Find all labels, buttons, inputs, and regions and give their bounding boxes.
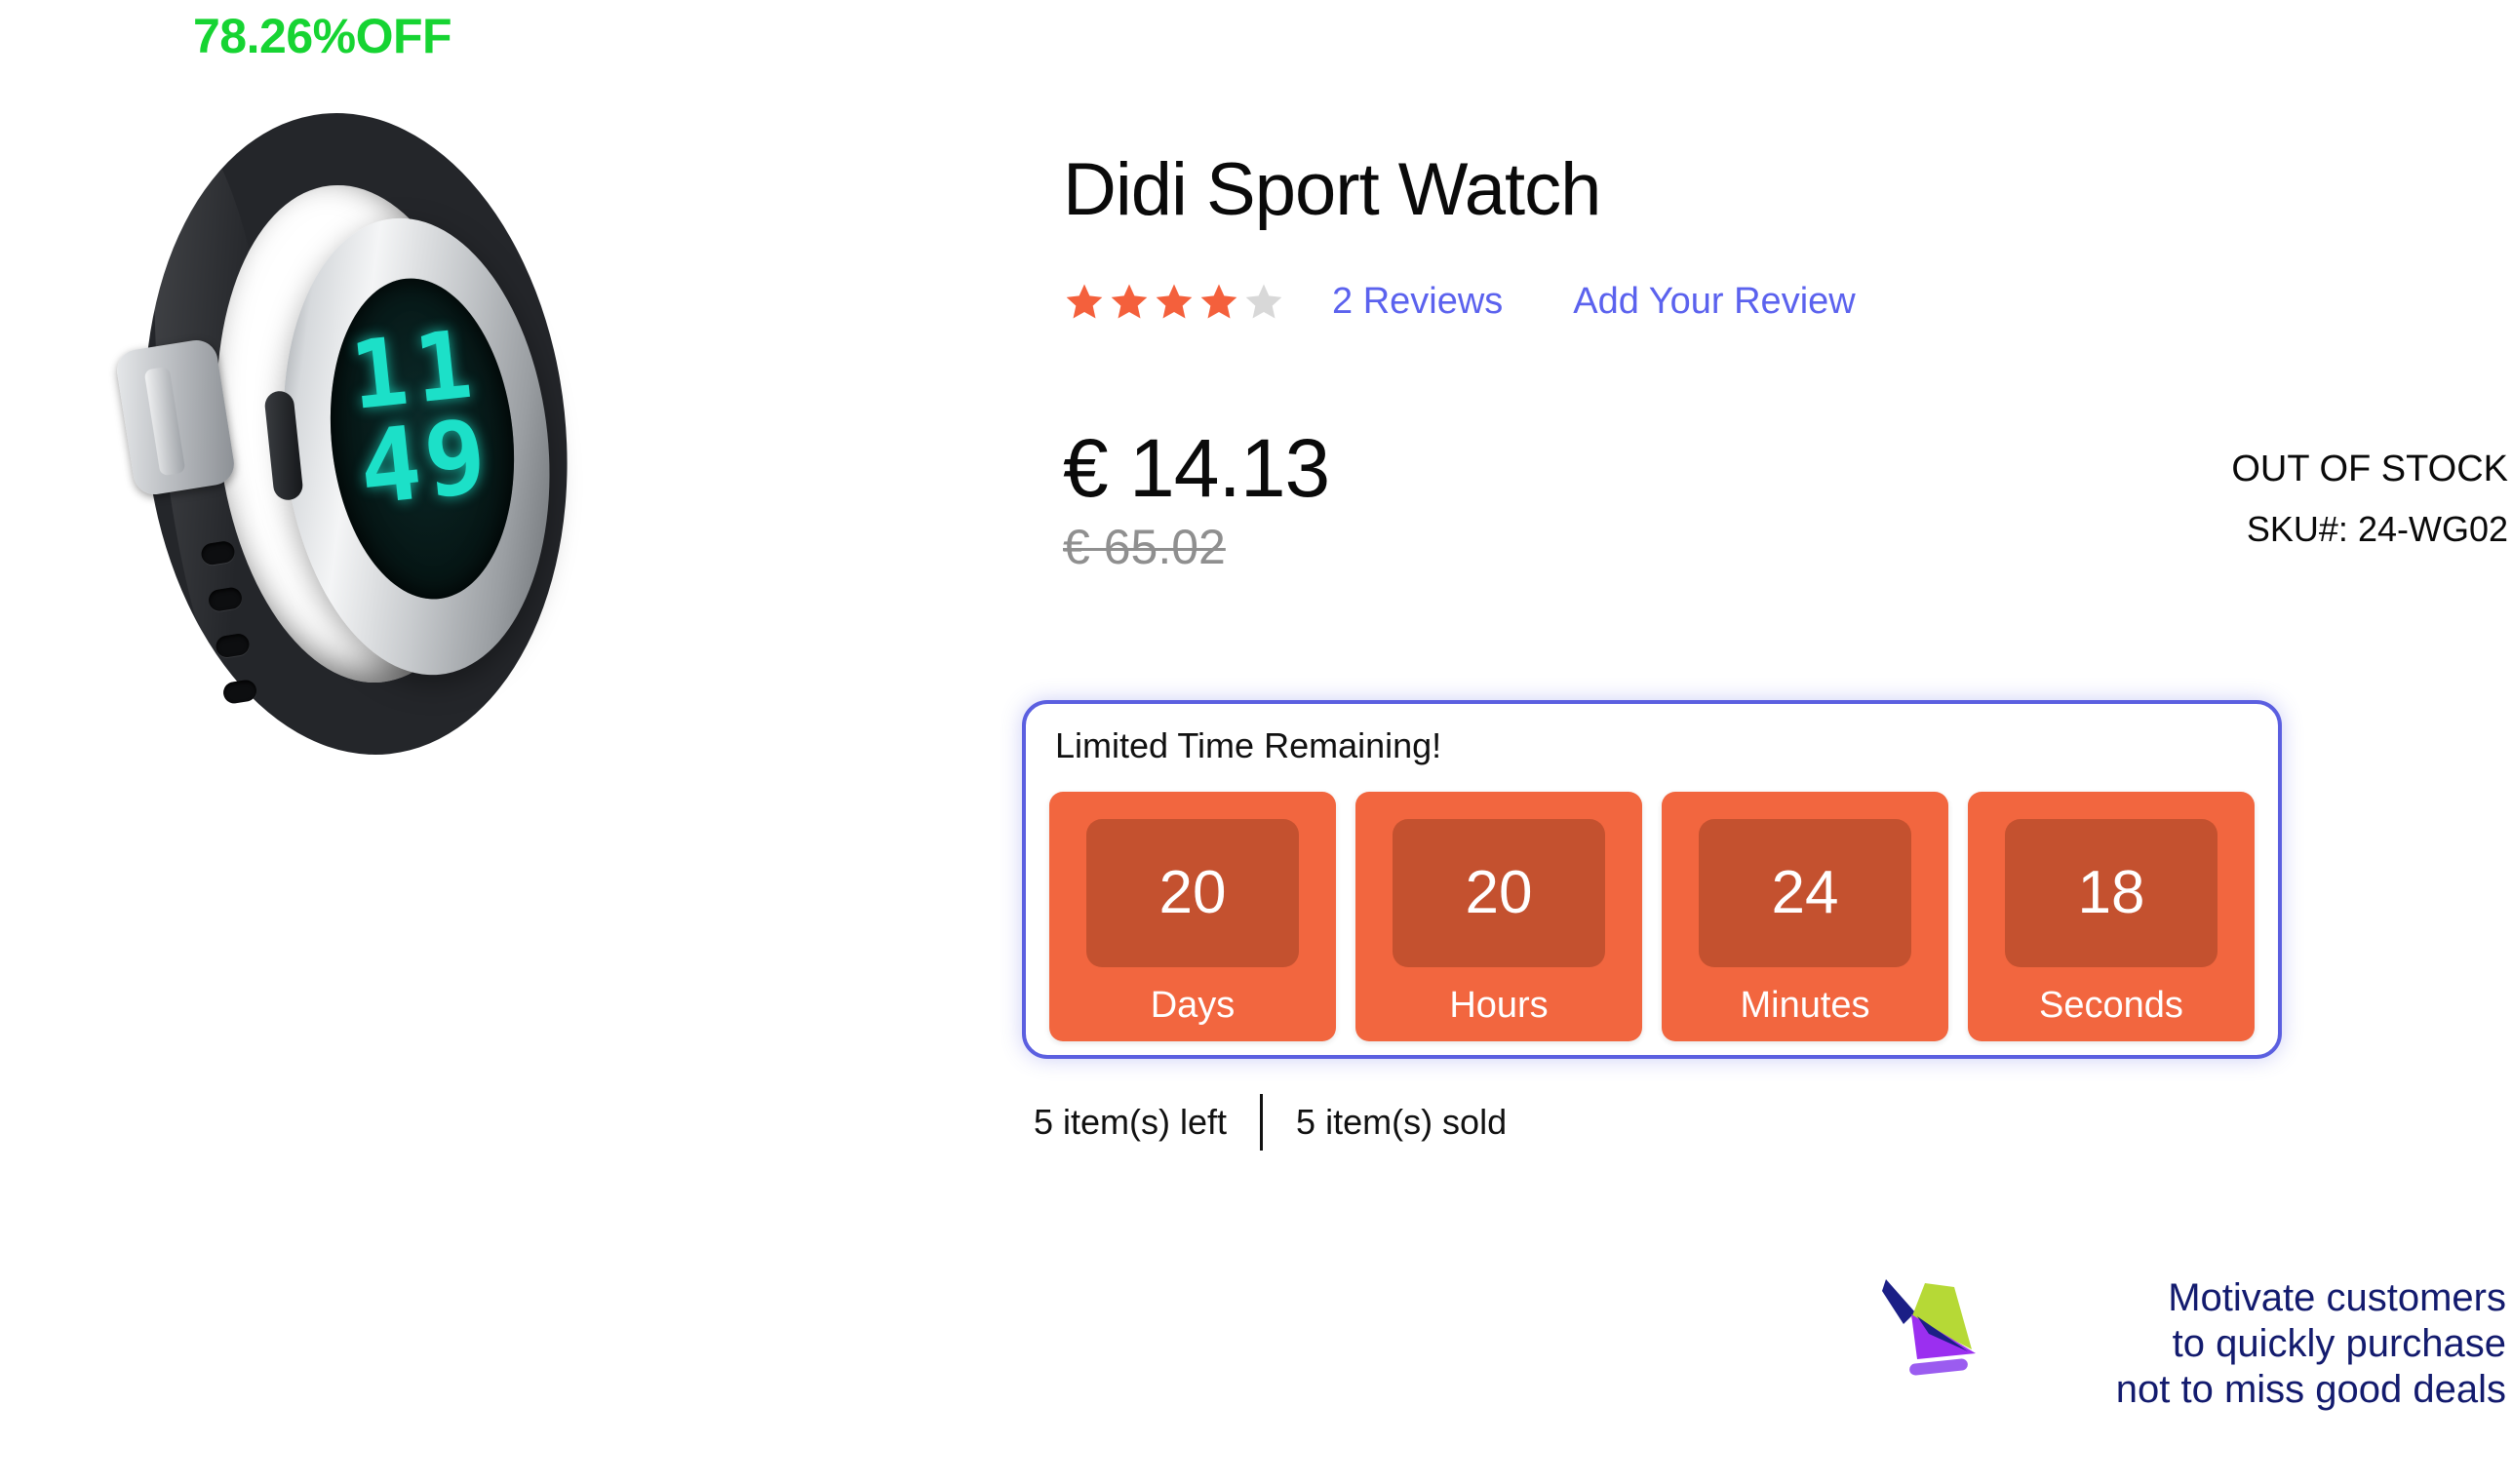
annotation-callout: Motivate customers to quickly purchase n…: [1882, 1268, 2512, 1484]
annotation-line-3: not to miss good deals: [2115, 1368, 2506, 1412]
countdown-label: Hours: [1449, 985, 1549, 1026]
countdown-label: Minutes: [1740, 985, 1870, 1026]
star-filled-icon: [1200, 284, 1237, 319]
product-media-column: 78.26%OFF 11 49: [0, 0, 1014, 1484]
product-info-column: Didi Sport Watch 2 Reviews Add Your Revi…: [1022, 0, 2512, 1484]
countdown-panel: Limited Time Remaining! 20 Days 20 Hours…: [1022, 700, 2282, 1059]
annotation-line-1: Motivate customers: [2168, 1276, 2506, 1319]
countdown-value-box: 20: [1086, 819, 1299, 967]
availability-block: OUT OF STOCK SKU#: 24-WG02: [2231, 449, 2508, 549]
watch-lcd-bottom-digits: 49: [353, 396, 496, 528]
sku-line: SKU#: 24-WG02: [2246, 508, 2508, 549]
countdown-value-box: 24: [1699, 819, 1911, 967]
countdown-tile-hours: 20 Hours: [1355, 792, 1642, 1041]
price-block: € 14.13 € 65.02: [1063, 422, 1330, 574]
annotation-text: Motivate customers to quickly purchase n…: [1989, 1275, 2506, 1414]
price-old: € 65.02: [1063, 520, 1226, 574]
items-sold-text: 5 item(s) sold: [1296, 1102, 1508, 1142]
countdown-value: 20: [1158, 859, 1227, 926]
add-your-review-link[interactable]: Add Your Review: [1573, 281, 1855, 323]
countdown-label: Seconds: [2039, 985, 2183, 1026]
countdown-tile-seconds: 18 Seconds: [1968, 792, 2255, 1041]
page-title: Didi Sport Watch: [1063, 147, 1601, 231]
countdown-value-box: 20: [1393, 819, 1605, 967]
product-image-sport-watch[interactable]: 11 49: [68, 83, 790, 804]
discount-badge: 78.26%OFF: [193, 9, 452, 63]
countdown-value: 18: [2077, 859, 2145, 926]
countdown-heading: Limited Time Remaining!: [1055, 725, 1442, 765]
price-current: € 14.13: [1063, 422, 1330, 514]
status-badge: OUT OF STOCK: [2231, 449, 2508, 489]
rating-stars[interactable]: [1065, 282, 1283, 321]
countdown-value-box: 18: [2005, 819, 2218, 967]
inventory-row: 5 item(s) left 5 item(s) sold: [1034, 1094, 1507, 1151]
star-filled-icon: [1066, 284, 1103, 319]
annotation-line-2: to quickly purchase: [2172, 1322, 2506, 1366]
star-filled-icon: [1156, 284, 1193, 319]
items-left-text: 5 item(s) left: [1034, 1102, 1228, 1142]
arrow-pointer-icon: [1882, 1279, 1976, 1376]
countdown-value: 20: [1465, 859, 1533, 926]
watch-lcd-readout: 11 49: [320, 309, 520, 528]
countdown-value: 24: [1771, 859, 1839, 926]
countdown-tiles: 20 Days 20 Hours 24 Minutes 18 Seconds: [1049, 792, 2255, 1041]
reviews-count-link[interactable]: 2 Reviews: [1332, 281, 1503, 323]
countdown-tile-minutes: 24 Minutes: [1662, 792, 1948, 1041]
inventory-divider: [1260, 1094, 1264, 1151]
star-empty-icon: [1245, 284, 1282, 319]
countdown-label: Days: [1150, 985, 1236, 1026]
star-filled-icon: [1111, 284, 1148, 319]
rating-row: 2 Reviews Add Your Review: [1065, 271, 1856, 332]
countdown-tile-days: 20 Days: [1049, 792, 1336, 1041]
